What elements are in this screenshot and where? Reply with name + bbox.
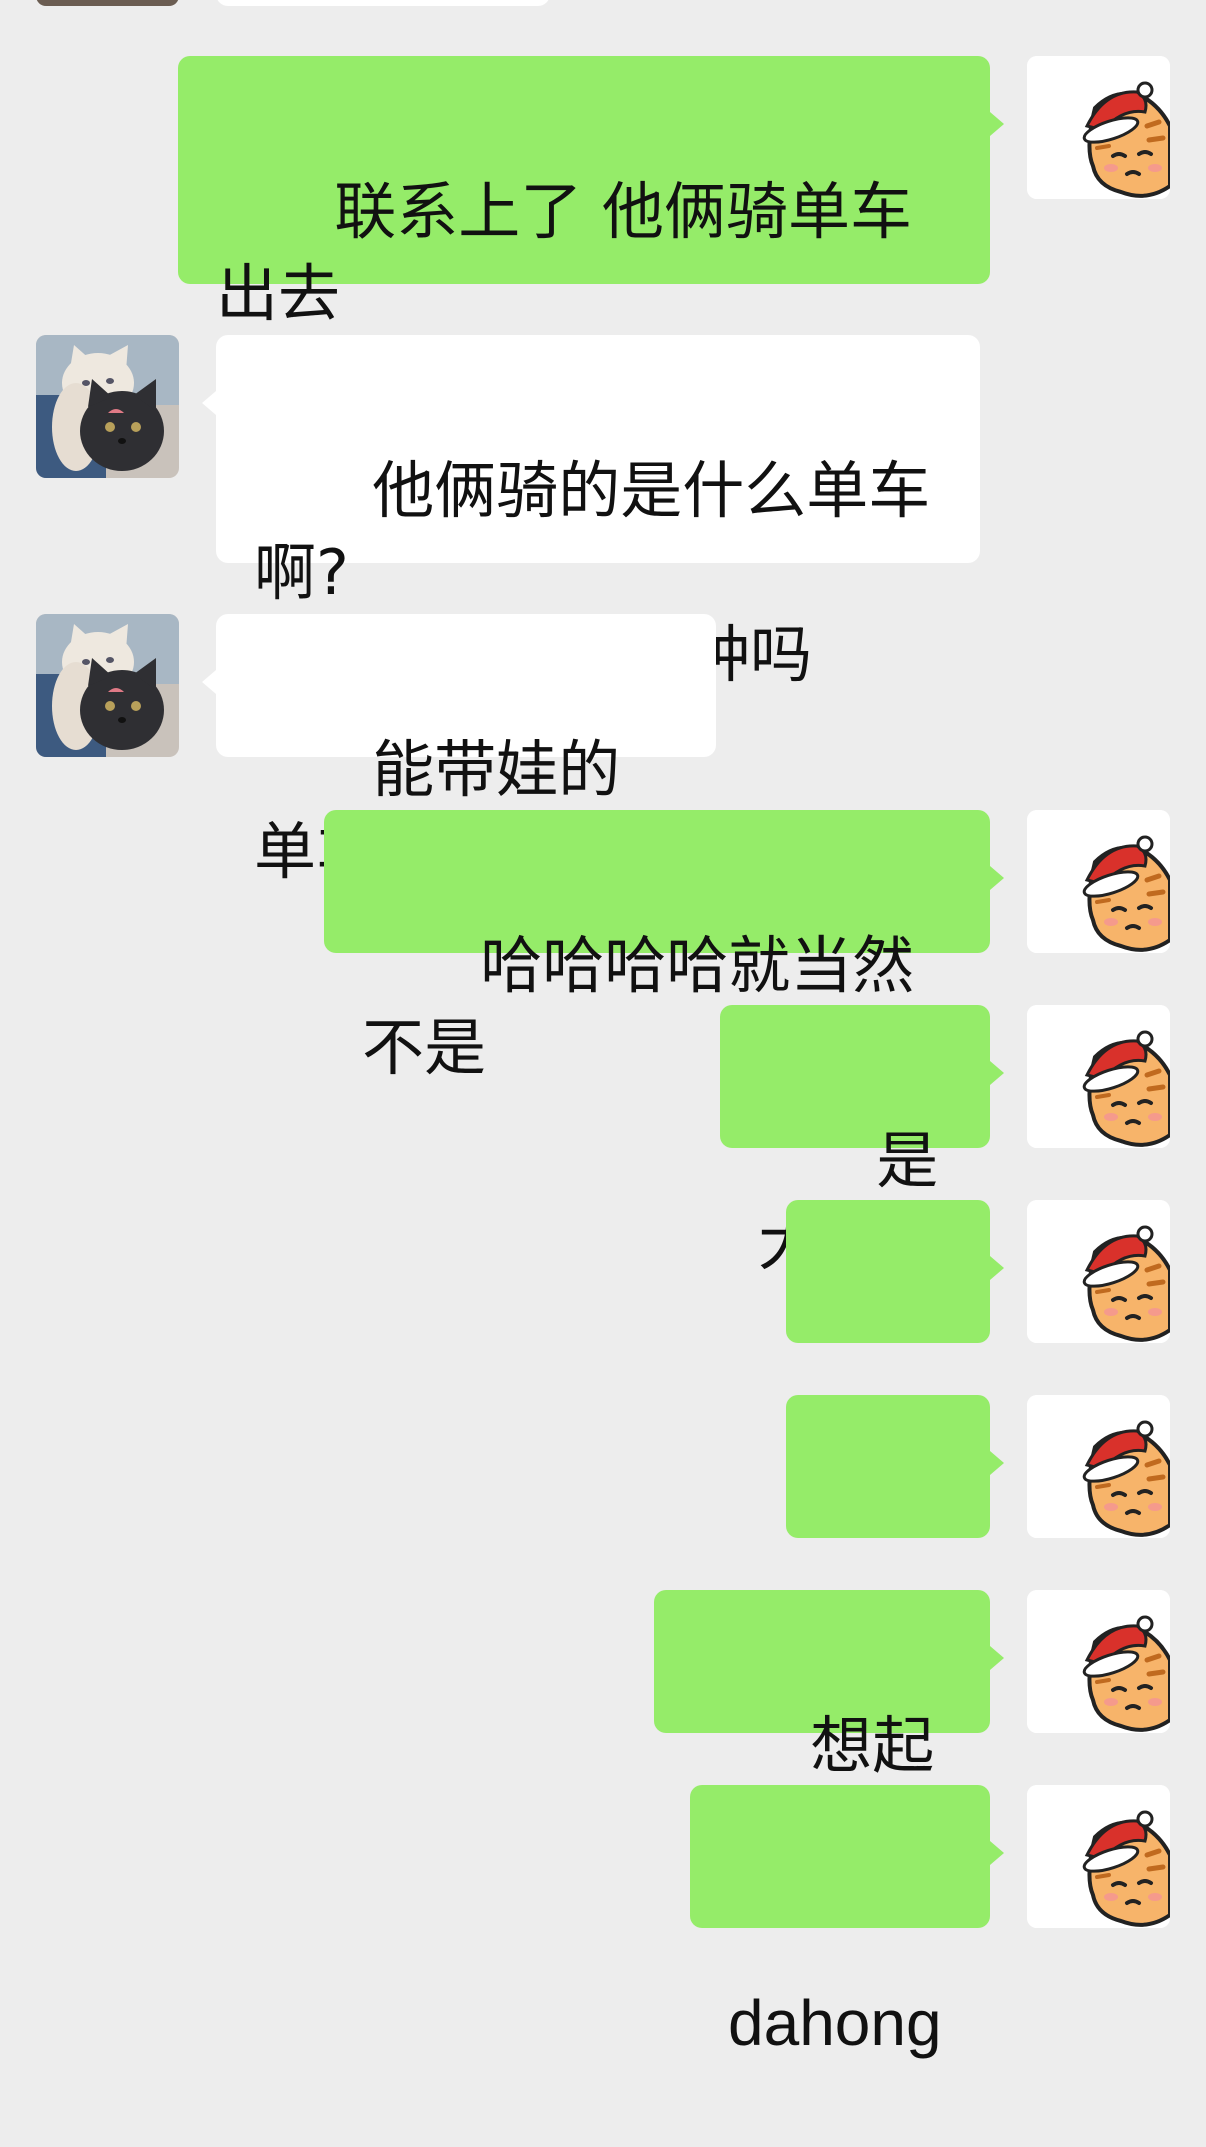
two-cats-avatar-icon <box>36 614 179 757</box>
self-message-bubble[interactable]: 是大疆 <box>720 1005 1004 1279</box>
self-message-bubble[interactable]: 大红 <box>786 1200 1004 1474</box>
self-message-bubble[interactable]: dahong <box>690 1785 1004 2059</box>
self-message-bubble[interactable]: 大行 <box>786 1395 1004 1669</box>
contact-message-bubble[interactable]: 他俩骑的是什么单车啊? 是你微博发的那种吗 <box>202 335 980 691</box>
self-avatar[interactable] <box>1027 1590 1170 1733</box>
self-avatar[interactable] <box>1027 1395 1170 1538</box>
cartoon-tiger-avatar-icon <box>1027 1590 1170 1733</box>
contact-avatar[interactable] <box>36 335 179 478</box>
message-text: dahong <box>728 1987 942 2059</box>
cartoon-tiger-avatar-icon <box>1027 56 1170 199</box>
self-avatar[interactable] <box>1027 56 1170 199</box>
cartoon-tiger-avatar-icon <box>1027 1395 1170 1538</box>
contact-message-bubble[interactable]: 能带娃的单车? <box>202 614 716 888</box>
self-message-bubble[interactable]: 想起来了 <box>654 1590 1004 1864</box>
cartoon-tiger-avatar-icon <box>1027 1785 1170 1928</box>
two-cats-avatar-icon <box>36 335 179 478</box>
cartoon-tiger-avatar-icon <box>1027 1200 1170 1343</box>
self-avatar[interactable] <box>1027 1005 1170 1148</box>
self-avatar[interactable] <box>1027 1785 1170 1928</box>
cartoon-tiger-avatar-icon <box>1027 810 1170 953</box>
self-avatar[interactable] <box>1027 1200 1170 1343</box>
contact-avatar[interactable] <box>36 614 179 757</box>
partial-avatar <box>36 0 179 6</box>
partial-message-bubble <box>216 0 550 6</box>
chat-window: 联系上了 他俩骑单车出去 的 说不过去了 <box>0 0 1206 2059</box>
cartoon-tiger-avatar-icon <box>1027 1005 1170 1148</box>
self-message-bubble[interactable]: 哈哈哈哈就当然不是 <box>324 810 1004 1084</box>
self-message-bubble[interactable]: 联系上了 他俩骑单车出去 的 说不过去了 <box>178 56 1004 416</box>
self-avatar[interactable] <box>1027 810 1170 953</box>
